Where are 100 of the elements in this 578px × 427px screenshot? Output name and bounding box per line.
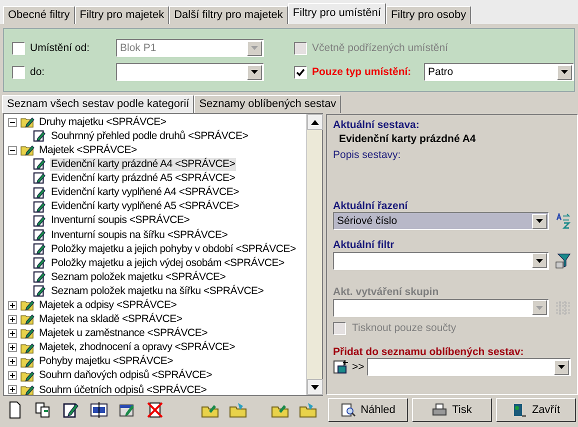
scroll-up-icon[interactable] [311,120,319,124]
rename-icon[interactable] [90,401,108,419]
preview-button[interactable]: Náhled [328,398,408,422]
printer-icon [432,403,448,418]
folder-icon [20,116,35,128]
close-button[interactable]: Zavřít [496,398,576,422]
caret-icon [251,70,258,74]
collapse-icon[interactable] [8,118,17,127]
tree-item[interactable]: Majetek, zhodnocení a opravy <SPRÁVCE> [38,341,236,354]
tree-item[interactable]: Inventurní soupis <SPRÁVCE> [50,214,191,227]
tree-item[interactable]: Evidenční karty prázdné A4 <SPRÁVCE> [50,158,236,171]
report-icon [32,200,47,213]
folder-icon [20,384,35,395]
tab[interactable]: Filtry pro majetek [74,6,170,24]
copy-icon[interactable] [34,401,52,419]
checkbox[interactable] [294,66,307,78]
folder-icon [20,327,35,340]
caret-icon [558,365,565,370]
report-icon [32,158,47,170]
tree-item[interactable]: Souhrn účetních odpisů <SPRÁVCE> [38,384,208,395]
scrollbar[interactable] [306,114,322,395]
folder-icon [20,356,35,368]
tab[interactable]: Filtry pro osoby [386,6,472,24]
report-icon [32,271,47,284]
report-icon [32,285,47,298]
section-label: Aktuální sestava: [333,119,420,132]
arrow-text: >> [352,360,364,374]
section-label: Akt. vytváření skupin [333,286,440,299]
scroll-down-icon[interactable] [311,384,319,390]
caret-icon [536,258,543,263]
sort-icon[interactable] [555,213,571,230]
folder-icon[interactable] [229,401,247,419]
field-label: Pouze typ umístění: [312,66,412,78]
report-icon [32,130,47,142]
caret-icon [251,46,258,50]
edit-icon[interactable] [62,401,80,419]
sort-dropdown[interactable]: Sériové číslo [333,212,549,230]
tree-item[interactable]: Majetek u zaměstnance <SPRÁVCE> [38,327,209,340]
expand-icon[interactable] [8,343,17,352]
expand-icon[interactable] [8,385,17,394]
tree-item[interactable]: Pohyby majetku <SPRÁVCE> [38,355,174,368]
tree-item[interactable]: Souhrnný přehled podle druhů <SPRÁVCE> [50,130,250,142]
tab[interactable]: Obecné filtry [3,6,75,24]
tree-item[interactable]: Majetek na skladě <SPRÁVCE> [38,313,184,326]
folder-icon[interactable] [299,401,317,419]
print-button[interactable]: Tisk [412,398,492,422]
expand-icon[interactable] [8,357,17,366]
location-to-dropdown[interactable] [116,63,264,81]
report-icon [32,214,47,227]
tree-item[interactable]: Evidenční karty prázdné A5 <SPRÁVCE> [50,172,236,185]
report-name: Evidenční karty prázdné A4 [338,132,477,146]
grouping-dropdown[interactable] [333,298,549,317]
folder-icon [20,313,35,326]
checkbox-label: Tisknout pouze součty [352,322,456,334]
expand-icon[interactable] [8,371,17,380]
add-favorite-icon[interactable] [333,359,349,376]
caret-icon [536,219,543,224]
report-icon [32,256,47,269]
preview-icon [340,403,356,418]
collapse-icon[interactable] [8,146,17,155]
report-icon [32,172,47,184]
tree-item[interactable]: Položky majetku a jejich pohyby v období <SPRÁVCE> [50,242,297,256]
description-label: Popis sestavy: [333,149,402,162]
tab[interactable]: Další filtry pro majetek [169,6,288,24]
expand-icon[interactable] [8,328,17,338]
caret-icon [561,70,568,74]
section-label: Aktuální filtr [333,239,396,252]
expand-icon[interactable] [8,300,17,310]
tree-item[interactable]: Majetek <SPRÁVCE> [38,144,138,157]
tree-item[interactable]: Seznam položek majetku na šířku <SPRÁVCE> [50,284,265,298]
location-type-dropdown[interactable]: Patro [424,63,574,81]
report-icon [32,228,47,241]
tree-item[interactable]: Majetek a odpisy <SPRÁVCE> [38,298,178,312]
favorites-dropdown[interactable] [367,358,571,376]
tree-item[interactable]: Inventurní soupis na šířku <SPRÁVCE> [50,228,229,242]
field-label: do: [30,66,46,78]
report-icon [32,186,47,199]
folder-icon [20,144,35,156]
section-label: Aktuální řazení [333,200,409,212]
caret-icon [536,306,543,310]
report-icon [32,242,47,255]
door-icon [512,403,527,418]
filter-icon[interactable] [555,252,571,269]
field-label: Umístění od: [30,42,91,54]
tree-item[interactable]: Seznam položek majetku <SPRÁVCE> [50,270,227,284]
checkbox-label: Včetně podřízených umístění [312,42,449,54]
tree-item[interactable]: Souhrn daňových odpisů <SPRÁVCE> [38,369,213,382]
tree-item[interactable]: Položky majetku a jejich výdej osobám <SPRÁVCE> [50,256,286,270]
tree-item[interactable]: Evidenční karty vyplňené A5 <SPRÁVCE> [50,200,240,213]
folder-icon [20,342,35,354]
folder-icon [20,299,35,312]
checkbox[interactable] [12,66,25,78]
expand-icon[interactable] [8,314,17,324]
tree-item[interactable]: Evidenční karty vyplňené A4 <SPRÁVCE> [50,186,240,199]
tab[interactable]: Seznamy oblíbených sestav [194,95,342,113]
filter-dropdown[interactable] [333,252,549,270]
tab[interactable]: Filtry pro umístění [288,3,386,24]
tab[interactable]: Seznam všech sestav podle kategorií [2,95,194,113]
tree-item[interactable]: Druhy majetku <SPRÁVCE> [38,116,168,128]
delete-icon[interactable] [146,401,164,419]
